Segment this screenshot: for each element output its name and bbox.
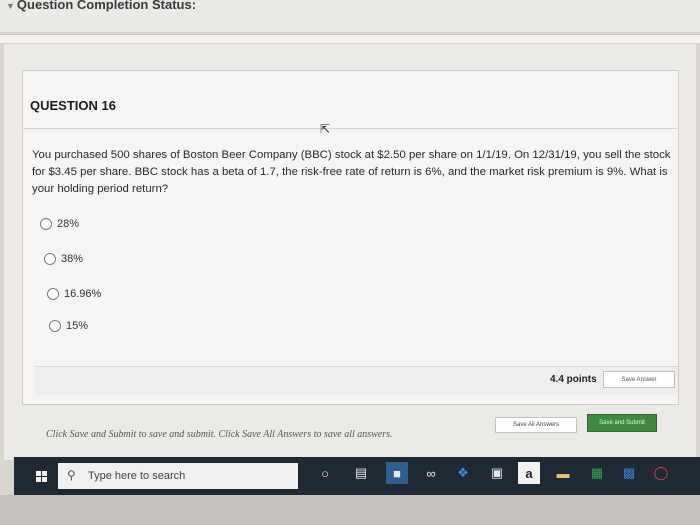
search-placeholder: Type here to search — [88, 470, 186, 482]
chevron-down-icon[interactable]: ▼ — [6, 1, 15, 11]
save-and-submit-button[interactable]: Save and Submit — [587, 414, 657, 432]
radio-button[interactable] — [44, 253, 56, 265]
question-divider — [22, 128, 677, 129]
radio-button[interactable] — [49, 320, 61, 332]
store-icon[interactable]: ■ — [386, 462, 408, 484]
infinity-icon[interactable]: ∞ — [420, 462, 442, 484]
option-label: 38% — [61, 253, 84, 265]
question-panel — [22, 70, 679, 405]
status-label: Question Completion Status: — [16, 0, 197, 12]
dropbox-icon[interactable]: ❖ — [452, 462, 474, 484]
cortana-icon[interactable]: ○ — [314, 462, 336, 484]
question-number: QUESTION 16 — [30, 98, 116, 113]
submit-instructions: Click Save and Submit to save and submit… — [46, 429, 393, 440]
save-all-answers-button[interactable]: Save All Answers — [495, 417, 577, 433]
windows-icon[interactable] — [36, 471, 48, 483]
explorer-icon[interactable]: ▩ — [618, 462, 640, 484]
top-bar: ▼ Question Completion Status: — [0, 0, 700, 32]
radio-button[interactable] — [40, 218, 52, 230]
excel-icon[interactable]: ▦ — [586, 462, 608, 484]
amazon-icon[interactable]: a — [518, 462, 540, 484]
option-label: 15% — [66, 320, 89, 332]
answer-option-4[interactable]: 15% — [49, 320, 88, 332]
answer-option-1[interactable]: 28% — [40, 218, 79, 230]
shopping-bag-icon[interactable]: ▣ — [486, 462, 508, 484]
taskbar-search-input[interactable]: ⚲ Type here to search — [58, 463, 298, 489]
search-icon: ⚲ — [67, 468, 76, 482]
answer-option-3[interactable]: 16.96% — [47, 288, 101, 300]
answer-option-2[interactable]: 38% — [44, 253, 83, 265]
opera-icon[interactable]: ◯ — [650, 462, 672, 484]
mouse-cursor-icon: ⇱ — [320, 122, 331, 136]
question-text: You purchased 500 shares of Boston Beer … — [32, 149, 671, 195]
option-label: 28% — [57, 218, 80, 230]
folder-icon[interactable]: ▬ — [552, 462, 574, 484]
desk-surface — [0, 495, 700, 525]
divider — [0, 34, 700, 43]
save-answer-button[interactable]: Save Answer — [603, 371, 675, 388]
task-view-icon[interactable]: ▤ — [350, 462, 372, 484]
points-value: 4.4 points — [550, 374, 597, 385]
completion-status[interactable]: ▼ Question Completion Status: — [6, 0, 196, 12]
option-label: 16.96% — [64, 288, 102, 300]
radio-button[interactable] — [47, 288, 59, 300]
